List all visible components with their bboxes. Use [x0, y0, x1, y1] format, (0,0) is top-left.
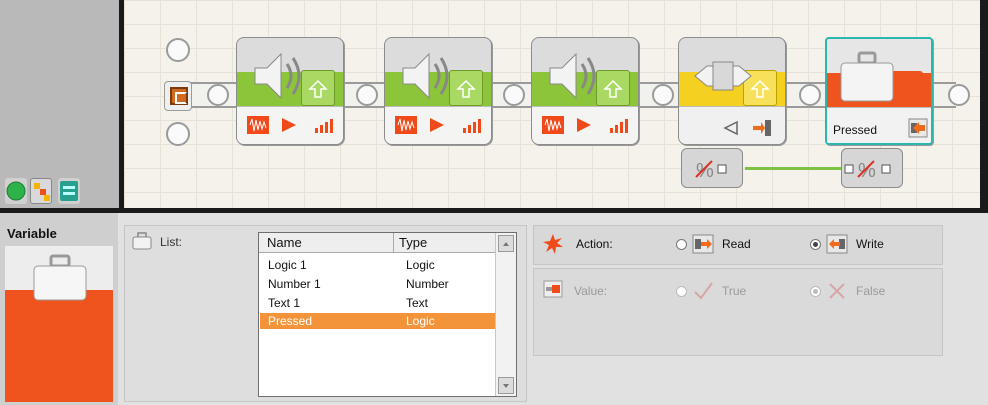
list-item[interactable]: Number 1 Number — [260, 276, 495, 292]
list-scrollbar[interactable] — [495, 233, 516, 396]
squares-icon — [34, 183, 50, 201]
arrow-left-icon — [723, 120, 738, 136]
config-block-icon-top — [5, 246, 113, 301]
beam-ring-top — [166, 38, 190, 62]
beam-ring-bottom — [166, 122, 190, 146]
list-header: Name Type — [259, 233, 495, 253]
value-plug-icon — [543, 280, 563, 298]
number-logic-plug-icon: % — [695, 160, 727, 182]
true-option-label[interactable]: True — [722, 284, 746, 298]
waveform-icon — [395, 116, 417, 134]
variable-block[interactable]: Pressed — [825, 37, 933, 145]
data-icon — [694, 61, 752, 91]
true-radio[interactable] — [676, 286, 687, 297]
speaker-icon — [549, 52, 596, 100]
waveform-icon — [247, 116, 269, 134]
canvas-edge — [980, 0, 988, 212]
speaker-icon — [402, 52, 449, 100]
write-icon — [908, 118, 928, 138]
write-option-label[interactable]: Write — [856, 237, 884, 251]
data-wire-plug-in[interactable]: % — [841, 148, 903, 188]
read-radio[interactable] — [676, 239, 687, 250]
checkmark-icon — [694, 282, 713, 300]
scroll-up-button[interactable] — [498, 235, 514, 252]
green-circle-icon — [6, 181, 26, 201]
play-icon — [430, 118, 444, 132]
beam-ring — [356, 84, 378, 106]
number-logic-plug-icon: % — [844, 160, 891, 182]
list-item-selected[interactable]: Pressed Logic — [260, 313, 495, 329]
data-wire-plug-out[interactable]: % — [681, 148, 743, 188]
config-title: Variable — [7, 226, 57, 241]
play-icon — [282, 118, 296, 132]
common-palette-tab[interactable] — [5, 178, 27, 204]
suitcase-icon — [840, 51, 894, 102]
beam-ring — [799, 84, 821, 106]
list-item[interactable]: Logic 1 Logic — [260, 257, 495, 273]
sound-block[interactable] — [531, 37, 639, 145]
beam-ring — [948, 84, 970, 106]
suitcase-icon — [33, 254, 87, 301]
false-radio[interactable] — [810, 286, 821, 297]
column-header-type[interactable]: Type — [399, 235, 427, 250]
list-item[interactable]: Text 1 Text — [260, 295, 495, 311]
cross-icon — [829, 283, 845, 299]
value-section — [533, 268, 943, 356]
write-icon — [826, 234, 848, 254]
data-block[interactable] — [678, 37, 786, 145]
volume-icon — [610, 119, 628, 133]
column-header-name[interactable]: Name — [267, 235, 302, 250]
svg-text:%: % — [696, 160, 714, 182]
suitcase-icon — [132, 232, 152, 250]
variable-list[interactable]: Name Type Logic 1 Logic Number 1 Number … — [258, 232, 517, 397]
scroll-down-button[interactable] — [498, 377, 514, 394]
stack-icon — [60, 181, 78, 201]
data-wire[interactable] — [745, 167, 842, 170]
value-label: Value: — [574, 284, 608, 298]
beam-ring — [652, 84, 674, 106]
write-radio[interactable] — [810, 239, 821, 250]
list-label: List: — [160, 235, 183, 249]
beam-ring — [503, 84, 525, 106]
action-burst-icon — [543, 234, 563, 254]
read-option-label[interactable]: Read — [722, 237, 751, 251]
variable-name-label: Pressed — [833, 123, 878, 137]
beam-ring — [207, 84, 229, 106]
false-option-label[interactable]: False — [856, 284, 885, 298]
sound-block[interactable] — [384, 37, 492, 145]
action-label: Action: — [576, 237, 613, 251]
complete-palette-tab[interactable] — [30, 178, 52, 204]
sound-block[interactable] — [236, 37, 344, 145]
volume-icon — [463, 119, 481, 133]
custom-palette-tab[interactable] — [58, 178, 80, 204]
read-icon — [692, 234, 714, 254]
play-icon — [577, 118, 591, 132]
waveform-icon — [542, 116, 564, 134]
plug-in-icon — [753, 120, 771, 136]
volume-icon — [315, 119, 333, 133]
sequence-start-point[interactable] — [164, 81, 192, 111]
speaker-icon — [254, 52, 301, 100]
svg-text:%: % — [858, 160, 876, 182]
